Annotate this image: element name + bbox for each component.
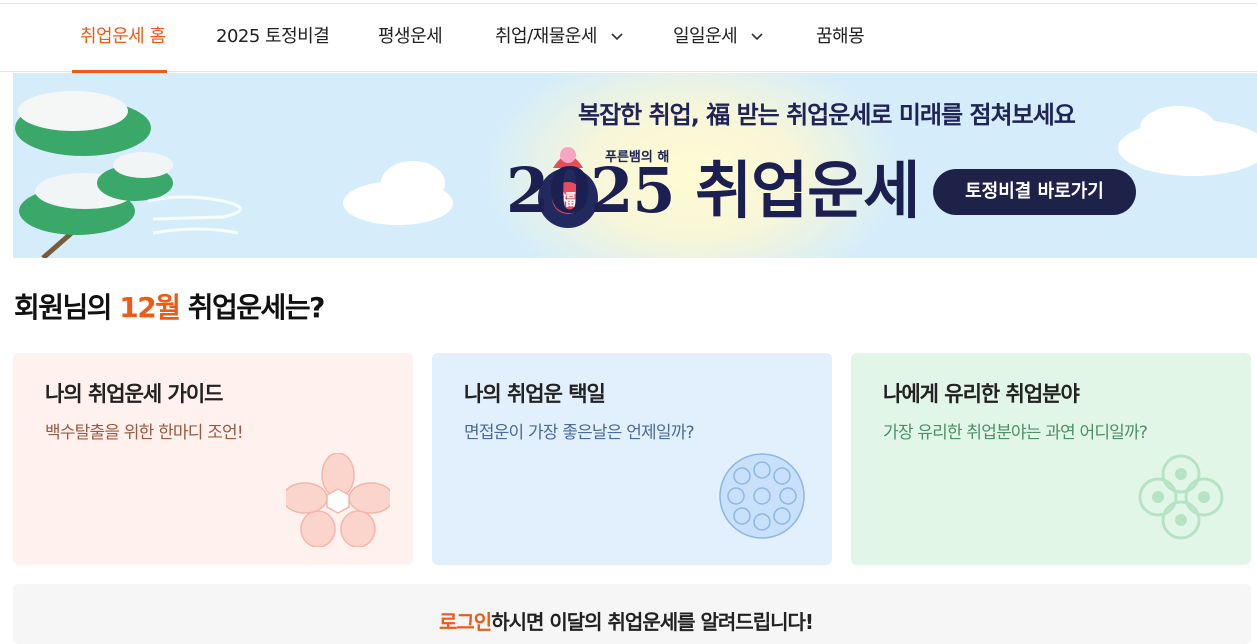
nav-item-label: 일일운세 xyxy=(673,26,738,47)
flower-icon xyxy=(286,453,390,547)
main-nav: 취업운세 홈 2025 토정비결 평생운세 취업/재물운세 일일운세 꿈해몽 xyxy=(0,4,1257,73)
login-link[interactable]: 로그인 xyxy=(439,610,492,634)
nav-item-daily[interactable]: 일일운세 xyxy=(673,4,763,72)
login-prompt-text: 로그인하시면 이달의 취업운세를 알려드립니다! xyxy=(439,606,814,635)
card-desc: 가장 유리한 취업분야는 과연 어디일까? xyxy=(883,423,1148,443)
nav-item-dream[interactable]: 꿈해몽 xyxy=(816,4,865,72)
banner-subtitle: 복잡한 취업, 福 받는 취업운세로 미래를 점쳐보세요 xyxy=(578,101,1076,129)
pattern-circle-icon xyxy=(719,453,805,539)
card-title: 나의 취업운세 가이드 xyxy=(45,382,224,406)
chevron-down-icon xyxy=(751,33,763,41)
login-prompt-message: 하시면 이달의 취업운세를 알려드립니다! xyxy=(491,610,814,634)
nav-item-label: 취업/재물운세 xyxy=(495,26,597,47)
section-title-suffix: 취업운세는? xyxy=(179,291,326,324)
section-title-month: 12월 xyxy=(119,291,181,324)
card-date-pick[interactable]: 나의 취업운 택일 면접운이 가장 좋은날은 언제일까? xyxy=(432,353,832,565)
section-title-prefix: 회원님의 xyxy=(14,291,120,324)
promo-banner[interactable]: 福 복잡한 취업, 福 받는 취업운세로 미래를 점쳐보세요 푸른뱀의 해 20… xyxy=(13,73,1257,258)
nav-item-home[interactable]: 취업운세 홈 xyxy=(80,4,166,72)
card-title: 나에게 유리한 취업분야 xyxy=(883,382,1080,406)
chevron-down-icon xyxy=(611,33,623,41)
card-desc: 백수탈출을 위한 한마디 조언! xyxy=(45,423,244,443)
card-job-field[interactable]: 나에게 유리한 취업분야 가장 유리한 취업분야는 과연 어디일까? xyxy=(851,353,1251,565)
knot-icon xyxy=(1138,454,1224,540)
nav-item-lifetime[interactable]: 평생운세 xyxy=(378,4,443,72)
login-prompt-panel: 로그인하시면 이달의 취업운세를 알려드립니다! xyxy=(13,584,1251,644)
card-job-guide[interactable]: 나의 취업운세 가이드 백수탈출을 위한 한마디 조언! xyxy=(13,353,413,565)
nav-item-job-wealth[interactable]: 취업/재물운세 xyxy=(495,4,623,72)
card-desc: 면접운이 가장 좋은날은 언제일까? xyxy=(464,423,695,443)
banner-title: 2025 취업운세 xyxy=(506,154,920,227)
nav-item-tojeong[interactable]: 2025 토정비결 xyxy=(216,4,330,72)
card-title: 나의 취업운 택일 xyxy=(464,382,606,406)
section-title: 회원님의 12월 취업운세는? xyxy=(14,286,326,326)
tojeong-shortcut-button[interactable]: 토정비결 바로가기 xyxy=(933,169,1136,215)
